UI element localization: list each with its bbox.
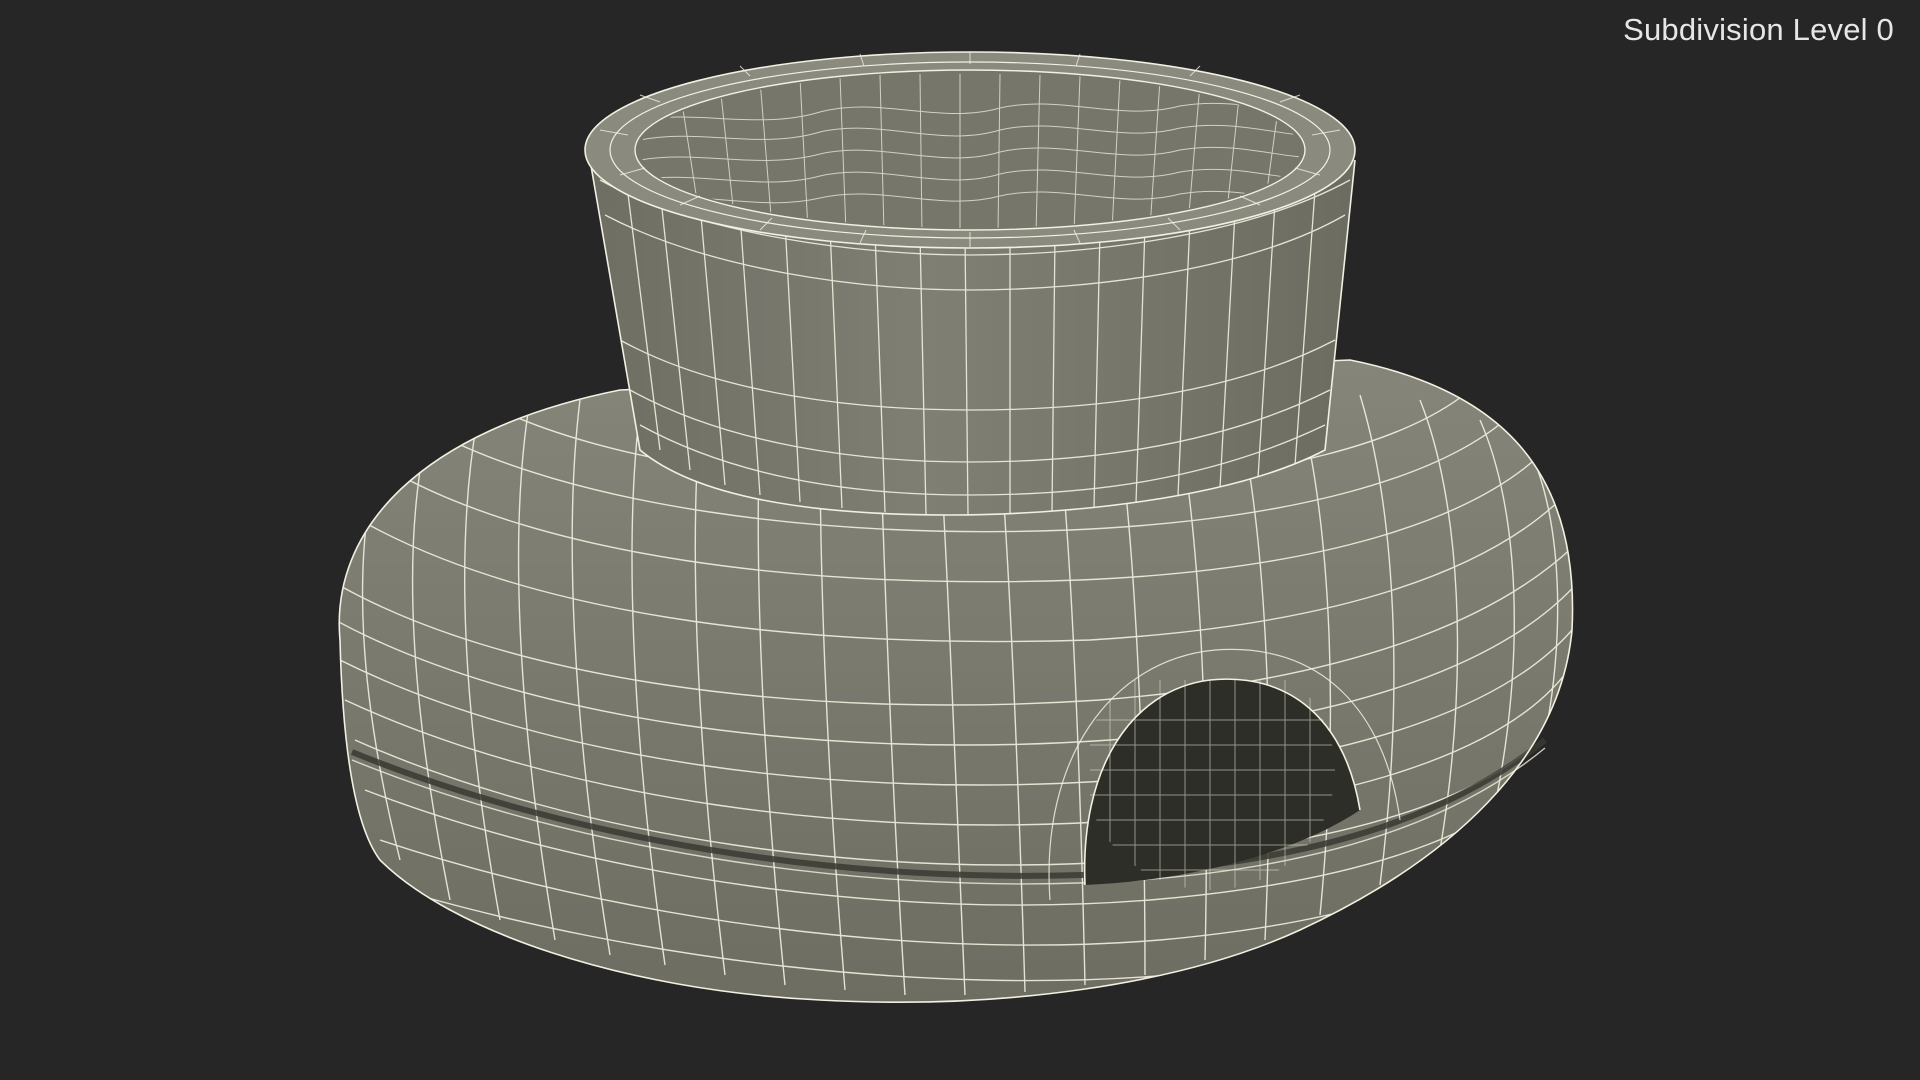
render-viewport: Subdivision Level 0 <box>0 0 1920 1080</box>
top-cap <box>584 51 1356 249</box>
wireframe-mesh-model <box>338 51 1574 1003</box>
